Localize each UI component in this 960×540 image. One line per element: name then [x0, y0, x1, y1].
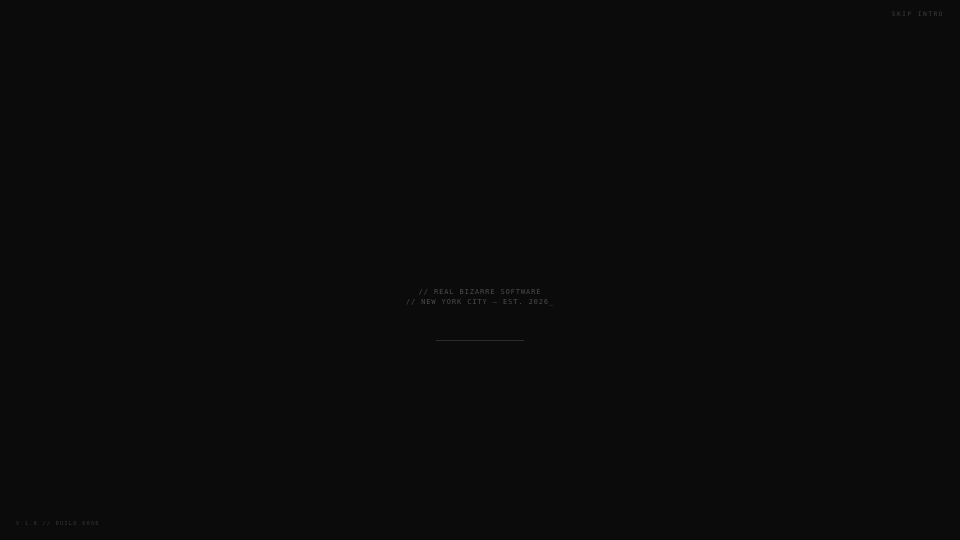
intro-line-2: // NEW YORK CITY — EST. 2026_	[0, 297, 960, 307]
skip-intro-button[interactable]: SKIP INTRO	[892, 11, 944, 18]
typing-cursor: _	[549, 298, 555, 306]
intro-text: // REAL BIZARRE SOFTWARE // NEW YORK CIT…	[0, 287, 960, 307]
version-label: V 1.0 // BUILD 0000	[16, 521, 100, 527]
intro-line-1-text: // REAL BIZARRE SOFTWARE	[418, 288, 542, 296]
loading-bar	[436, 340, 524, 341]
intro-line-2-text: // NEW YORK CITY — EST. 2026	[405, 298, 550, 306]
intro-line-1: // REAL BIZARRE SOFTWARE	[0, 287, 960, 297]
loading-bar-fill	[436, 340, 524, 341]
